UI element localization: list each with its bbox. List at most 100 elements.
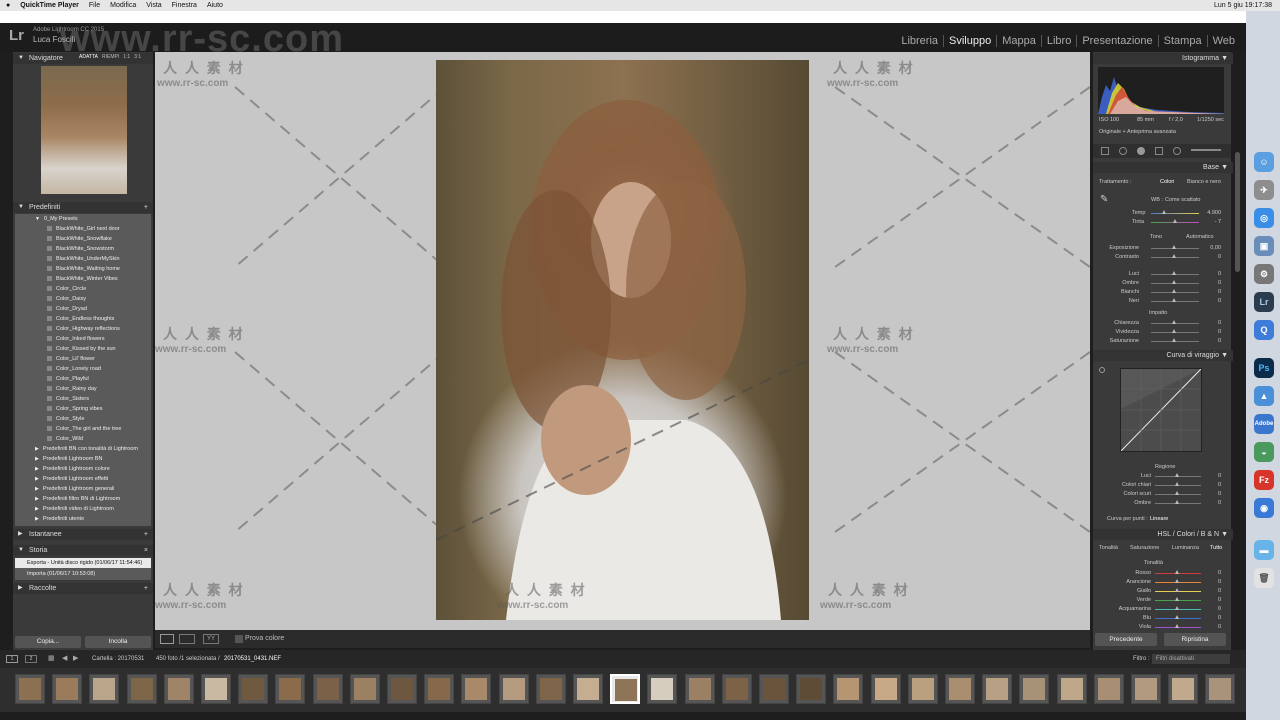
preset-folder[interactable]: ▶ Predefiniti utente: [15, 514, 151, 524]
redeye-icon[interactable]: [1137, 147, 1145, 155]
history-item[interactable]: Importa (01/06/17 10:53:08): [15, 569, 151, 579]
saturation-value[interactable]: 0: [1193, 338, 1221, 344]
apple-icon[interactable]: ●: [6, 0, 10, 11]
module-mappa[interactable]: Mappa: [997, 35, 1042, 47]
folder-label[interactable]: Cartella : 20170531: [92, 656, 144, 662]
launchpad-icon[interactable]: ✈: [1254, 180, 1274, 200]
preset-item[interactable]: Color_Wild: [15, 434, 151, 444]
hsl-tab-luminance[interactable]: Luminanza: [1172, 545, 1199, 551]
zoom-fill[interactable]: RIEMPI: [102, 54, 119, 60]
slider-knob[interactable]: [1175, 606, 1179, 610]
preview-icon[interactable]: ▣: [1254, 236, 1274, 256]
target-adjust-icon[interactable]: [1099, 367, 1105, 373]
grid-icon[interactable]: ▦: [48, 654, 55, 662]
preset-item[interactable]: Color_Spring vibes: [15, 404, 151, 414]
filmstrip-thumbnail[interactable]: [870, 674, 901, 704]
curve-darkcolors-value[interactable]: 0: [1193, 491, 1221, 497]
vibrance-value[interactable]: 0: [1193, 329, 1221, 335]
slider-knob[interactable]: [1175, 624, 1179, 628]
hsl-value[interactable]: 0: [1193, 606, 1221, 612]
filmstrip-thumbnail[interactable]: [424, 674, 455, 704]
preset-item[interactable]: Color_Dryad: [15, 304, 151, 314]
filter-dropdown[interactable]: Filtri disattivati: [1152, 654, 1230, 664]
filmstrip-thumbnail[interactable]: [982, 674, 1013, 704]
filmstrip-thumbnail[interactable]: [349, 674, 380, 704]
contrast-value[interactable]: 0: [1193, 254, 1221, 260]
filmstrip-thumbnail[interactable]: [1131, 674, 1161, 704]
finder-icon[interactable]: ☺: [1254, 152, 1274, 172]
preset-item[interactable]: BlackWhite_Snowflake: [15, 234, 151, 244]
filmstrip-thumbnail[interactable]: [759, 674, 789, 704]
crop-icon[interactable]: [1101, 147, 1109, 155]
filmstrip-thumbnail[interactable]: [201, 674, 231, 704]
slider-knob[interactable]: [1175, 570, 1179, 574]
slider-knob[interactable]: [1172, 280, 1176, 284]
preset-item[interactable]: Color_Lonely road: [15, 364, 151, 374]
zoom-fit[interactable]: ADATTA: [79, 54, 98, 60]
forward-arrow-icon[interactable]: ▶: [73, 654, 78, 662]
photos-icon[interactable]: ▲: [1254, 386, 1274, 406]
filmstrip-thumbnail[interactable]: [647, 674, 678, 704]
spot-removal-icon[interactable]: [1119, 147, 1127, 155]
slider-knob[interactable]: [1172, 245, 1176, 249]
filmstrip-thumbnail[interactable]: [126, 674, 157, 704]
preset-item[interactable]: BlackWhite_Winter Vibes: [15, 274, 151, 284]
graduated-filter-icon[interactable]: [1155, 147, 1163, 155]
add-collection-button[interactable]: +: [144, 583, 148, 594]
temp-value[interactable]: 4.900: [1193, 210, 1221, 216]
filmstrip-thumbnail[interactable]: [684, 674, 715, 704]
screen-2-icon[interactable]: 2: [25, 655, 37, 663]
filmstrip-thumbnail[interactable]: [52, 674, 83, 704]
preset-item[interactable]: BlackWhite_Girl next door: [15, 224, 151, 234]
blacks-value[interactable]: 0: [1193, 298, 1221, 304]
slider-knob[interactable]: [1172, 329, 1176, 333]
filezilla-icon[interactable]: Fz: [1254, 470, 1274, 490]
hsl-tab-hue[interactable]: Tonalità: [1099, 545, 1118, 551]
menu-aiuto[interactable]: Aiuto: [207, 0, 223, 11]
scroll-thumb[interactable]: [1235, 152, 1240, 272]
preset-folder-open[interactable]: ▼ 0_My Presets: [15, 214, 151, 224]
slider-knob[interactable]: [1172, 320, 1176, 324]
history-header[interactable]: ▼ Storia ×: [13, 545, 153, 556]
preset-item[interactable]: Color_Rainy day: [15, 384, 151, 394]
clarity-value[interactable]: 0: [1193, 320, 1221, 326]
slider-knob[interactable]: [1175, 500, 1179, 504]
slider-knob[interactable]: [1172, 298, 1176, 302]
filmstrip-thumbnail[interactable]: [833, 674, 864, 704]
module-presentazione[interactable]: Presentazione: [1077, 35, 1159, 47]
preset-item[interactable]: Color_Daisy: [15, 294, 151, 304]
slider-knob[interactable]: [1162, 210, 1166, 214]
preset-folder[interactable]: ▶ Predefiniti BN con tonalità di Lightroo…: [15, 444, 151, 454]
curve-lights-value[interactable]: 0: [1193, 473, 1221, 479]
filmstrip-thumbnail[interactable]: [498, 674, 529, 704]
exposure-value[interactable]: 0,00: [1193, 245, 1221, 251]
hsl-value[interactable]: 0: [1193, 570, 1221, 576]
photoshop-icon[interactable]: Ps: [1254, 358, 1274, 378]
menu-clock[interactable]: Lun 5 giu 19:17:38: [1214, 0, 1272, 11]
trash-icon[interactable]: 🗑: [1254, 568, 1274, 588]
auto-tone-button[interactable]: Automatico: [1186, 234, 1214, 240]
filmstrip-thumbnail[interactable]: [907, 674, 938, 704]
filmstrip-thumbnail[interactable]: [1205, 674, 1236, 704]
filmstrip-thumbnail[interactable]: [163, 674, 194, 704]
preset-folder[interactable]: ▶ Predefiniti Lightroom colore: [15, 464, 151, 474]
tonecurve-header[interactable]: Curva di viraggio ▼: [1093, 350, 1233, 361]
module-sviluppo[interactable]: Sviluppo: [944, 35, 998, 47]
filmstrip-thumbnail[interactable]: [1056, 674, 1087, 704]
back-arrow-icon[interactable]: ◀: [62, 654, 67, 662]
paste-button[interactable]: Incolla: [85, 636, 151, 648]
filmstrip-thumbnail[interactable]: [238, 674, 269, 704]
hsl-tab-all[interactable]: Tutto: [1210, 545, 1222, 551]
app-icon[interactable]: ◒: [1254, 442, 1274, 462]
preset-item[interactable]: BlackWhite_Snowstorm: [15, 244, 151, 254]
filmstrip-thumbnail[interactable]: [312, 674, 343, 704]
slider-knob[interactable]: [1175, 482, 1179, 486]
preset-item[interactable]: Color_Highway reflections: [15, 324, 151, 334]
presets-header[interactable]: ▼ Predefiniti +: [13, 202, 153, 213]
main-photo[interactable]: [436, 60, 809, 620]
wb-value[interactable]: Come scattato: [1165, 197, 1200, 203]
filmstrip-thumbnail[interactable]: [387, 674, 417, 704]
tint-value[interactable]: - 7: [1193, 219, 1221, 225]
filmstrip-thumbnail[interactable]: [89, 674, 120, 704]
preset-item[interactable]: BlackWhite_UnderMySkin: [15, 254, 151, 264]
